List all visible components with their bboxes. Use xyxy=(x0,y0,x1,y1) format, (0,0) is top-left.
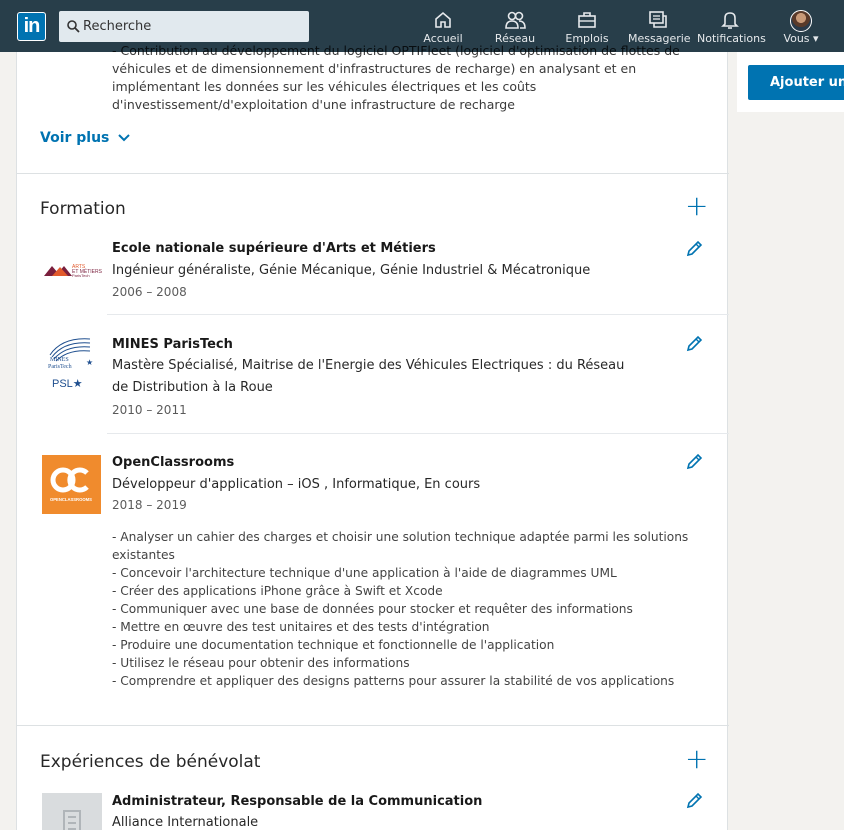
edit-pencil-icon[interactable] xyxy=(685,791,704,810)
arts-et-metiers-logo-image: ARTS ET MÉTIERS ParisTech xyxy=(44,264,103,278)
description-line: - Créer des applications iPhone grâce à … xyxy=(112,584,443,598)
benevolat-section-title: Expériences de bénévolat xyxy=(40,752,261,772)
formation-description: - Analyser un cahier des charges et choi… xyxy=(112,528,689,690)
degree: Ingénieur généraliste, Génie Mécanique, … xyxy=(112,263,591,278)
dates: 2010 – 2011 xyxy=(112,403,187,417)
nav-label-notifications: Notifications xyxy=(697,32,766,45)
svg-text:OPENCLASSROOMS: OPENCLASSROOMS xyxy=(50,497,92,502)
messaging-icon xyxy=(649,11,667,28)
openclassrooms-logo: OPENCLASSROOMS xyxy=(42,455,101,514)
home-icon xyxy=(435,11,451,28)
description-line: - Analyser un cahier des charges et choi… xyxy=(112,530,689,544)
entry-divider xyxy=(107,314,729,315)
description-line: - Concevoir l'architecture technique d'u… xyxy=(112,566,617,580)
edit-pencil-icon[interactable] xyxy=(685,334,704,353)
linkedin-logo-mark: in xyxy=(18,13,45,40)
nav-item-notifications[interactable]: Notifications xyxy=(697,0,766,52)
add-formation-plus-icon[interactable]: + xyxy=(685,192,708,220)
openclassrooms-logo-image: OPENCLASSROOMS xyxy=(50,467,92,502)
bell-icon xyxy=(721,12,739,29)
volunteer-role[interactable]: Administrateur, Responsable de la Commun… xyxy=(112,794,482,809)
section-divider xyxy=(17,173,729,174)
svg-text:MINES: MINES xyxy=(50,357,69,363)
description-line: existantes xyxy=(112,548,175,562)
add-benevolat-plus-icon[interactable]: + xyxy=(685,745,708,773)
dates: 2018 – 2019 xyxy=(112,498,187,512)
nav-item-me[interactable]: Vous ▾ xyxy=(778,0,824,52)
edit-pencil-icon[interactable] xyxy=(685,239,704,258)
svg-text:★: ★ xyxy=(86,358,93,367)
organization-placeholder-logo xyxy=(42,793,102,830)
building-icon xyxy=(63,810,81,830)
profile-card: - Contribution au développement du logic… xyxy=(16,43,729,830)
school-name[interactable]: OpenClassrooms xyxy=(112,455,234,470)
school-name[interactable]: Ecole nationale supérieure d'Arts et Mét… xyxy=(112,241,436,256)
description-line: - Comprendre et appliquer des designs pa… xyxy=(112,674,675,688)
entry-divider xyxy=(107,433,729,434)
svg-text:ParisTech: ParisTech xyxy=(72,273,90,278)
dates: 2006 – 2008 xyxy=(112,285,187,299)
description-line: - Produire une documentation technique e… xyxy=(112,638,555,652)
svg-text:PSL★: PSL★ xyxy=(52,378,83,390)
avatar xyxy=(790,10,812,32)
network-icon xyxy=(505,11,526,29)
nav-label-me: Vous ▾ xyxy=(783,32,819,45)
voir-plus-label: Voir plus xyxy=(40,130,110,146)
svg-text:ParisTech: ParisTech xyxy=(48,364,72,370)
volunteer-organization: Alliance Internationale xyxy=(112,815,259,830)
degree: Développeur d'application – iOS , Inform… xyxy=(112,477,481,492)
linkedin-logo[interactable]: in xyxy=(17,12,46,41)
mines-paristech-logo-image: MINES ParisTech ★ PSL★ xyxy=(48,338,93,390)
chevron-down-icon xyxy=(118,134,130,142)
experience-description-line: implémentant les données sur les véhicul… xyxy=(112,79,537,94)
description-line: - Communiquer avec une base de données p… xyxy=(112,602,633,616)
add-section-button[interactable]: Ajouter une xyxy=(748,65,844,100)
search-input[interactable] xyxy=(83,11,303,42)
school-name[interactable]: MINES ParisTech xyxy=(112,337,233,352)
description-line: - Utilisez le réseau pour obtenir des in… xyxy=(112,656,410,670)
section-divider xyxy=(17,725,729,726)
experience-description-line: véhicules et de dimensionnement d'infras… xyxy=(112,61,637,76)
arts-et-metiers-logo: ARTS ET MÉTIERS ParisTech xyxy=(42,240,103,300)
mines-paristech-logo: MINES ParisTech ★ PSL★ xyxy=(42,335,102,395)
experience-description-line: d'investissement/d'exploitation d'une in… xyxy=(112,97,515,112)
degree: Mastère Spécialisé, Maitrise de l'Energi… xyxy=(112,358,625,395)
experience-description-line: - Contribution au développement du logic… xyxy=(112,43,680,58)
edit-pencil-icon[interactable] xyxy=(685,452,704,471)
formation-section-title: Formation xyxy=(40,199,126,219)
search-icon xyxy=(67,20,80,33)
search-bar[interactable] xyxy=(59,11,309,42)
jobs-icon xyxy=(578,12,596,28)
description-line: - Mettre en œuvre des test unitaires et … xyxy=(112,620,490,634)
voir-plus-button[interactable]: Voir plus xyxy=(40,130,130,146)
